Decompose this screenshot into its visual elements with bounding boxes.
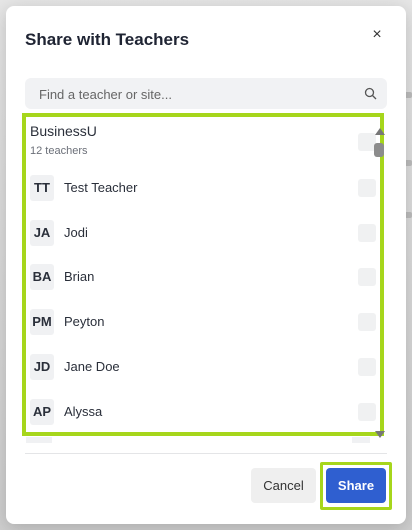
teacher-name: Jane Doe bbox=[64, 359, 120, 374]
teacher-initials: AP bbox=[30, 399, 54, 425]
teacher-list: BusinessU 12 teachers TT Test Teacher JA… bbox=[22, 113, 384, 436]
teacher-name: Peyton bbox=[64, 314, 105, 329]
footer-divider bbox=[25, 453, 387, 454]
teacher-name: Test Teacher bbox=[64, 180, 138, 195]
teacher-initials: BA bbox=[30, 264, 54, 290]
teacher-checkbox[interactable] bbox=[358, 358, 376, 376]
share-dialog: Share with Teachers × BusinessU 12 teach… bbox=[6, 6, 406, 524]
teacher-name: Jodi bbox=[64, 225, 88, 240]
teacher-row[interactable]: BA Brian bbox=[30, 264, 376, 290]
teacher-row[interactable]: AP Alyssa bbox=[30, 399, 376, 425]
teacher-checkbox[interactable] bbox=[358, 224, 376, 242]
search-icon[interactable] bbox=[364, 87, 377, 100]
search-input[interactable] bbox=[37, 78, 361, 111]
teacher-initials: JD bbox=[30, 354, 54, 380]
group-teacher-count: 12 teachers bbox=[30, 145, 88, 157]
cancel-button[interactable]: Cancel bbox=[251, 468, 316, 503]
teacher-initials: PM bbox=[30, 309, 54, 335]
dialog-title: Share with Teachers bbox=[25, 30, 190, 49]
partial-row-initials bbox=[26, 437, 52, 443]
teacher-checkbox[interactable] bbox=[358, 179, 376, 197]
partial-row-checkbox bbox=[352, 437, 370, 443]
teacher-row[interactable]: JD Jane Doe bbox=[30, 354, 376, 380]
teacher-name: Brian bbox=[64, 269, 95, 284]
teacher-row[interactable]: JA Jodi bbox=[30, 220, 376, 246]
scroll-down-arrow-icon[interactable] bbox=[375, 431, 385, 438]
teacher-initials: JA bbox=[30, 220, 54, 246]
teacher-checkbox[interactable] bbox=[358, 268, 376, 286]
group-name: BusinessU bbox=[30, 123, 97, 139]
teacher-row[interactable]: TT Test Teacher bbox=[30, 175, 376, 201]
share-button[interactable]: Share bbox=[326, 468, 386, 503]
teacher-checkbox[interactable] bbox=[358, 403, 376, 421]
teacher-row[interactable]: PM Peyton bbox=[30, 309, 376, 335]
scroll-up-arrow-icon[interactable] bbox=[375, 128, 385, 135]
teacher-checkbox[interactable] bbox=[358, 313, 376, 331]
close-icon[interactable]: × bbox=[368, 26, 386, 44]
teacher-name: Alyssa bbox=[64, 404, 103, 419]
teacher-initials: TT bbox=[30, 175, 54, 201]
search-box bbox=[25, 78, 387, 111]
scrollbar-thumb[interactable] bbox=[374, 143, 384, 157]
